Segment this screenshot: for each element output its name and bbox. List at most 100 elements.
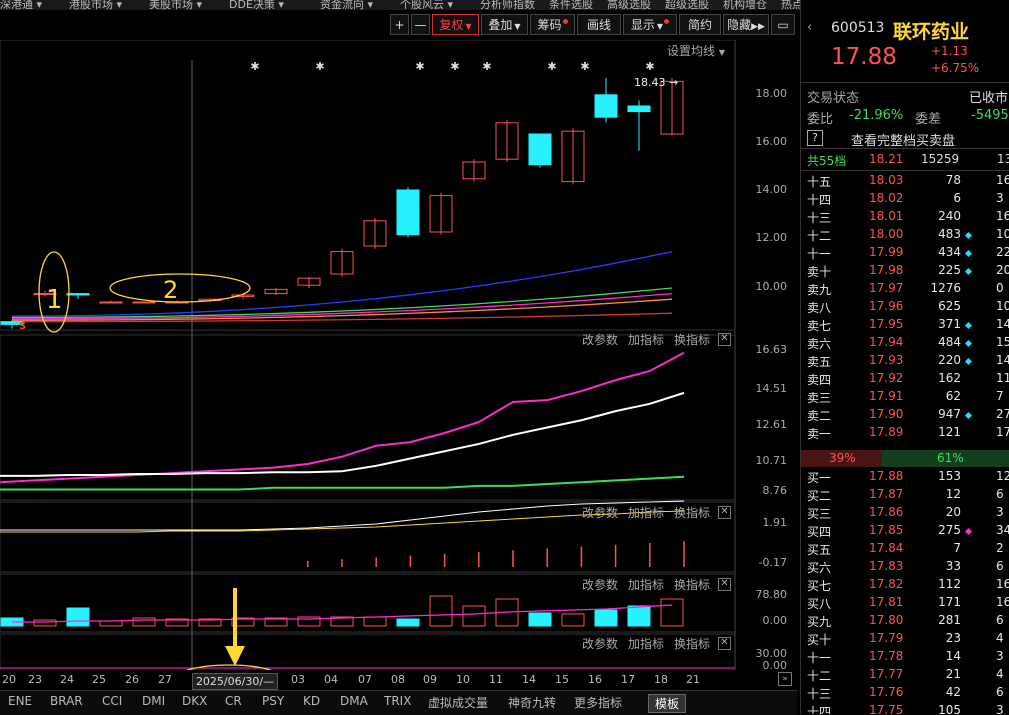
- date-tick-label: 17: [621, 673, 635, 686]
- level-volume: 483: [938, 227, 961, 241]
- tab-11[interactable]: 神奇九转: [508, 694, 556, 711]
- add-indicator-button[interactable]: 加指标: [628, 578, 664, 592]
- level-price: 17.82: [869, 577, 904, 591]
- level-label: 买三: [807, 507, 832, 521]
- tab-0[interactable]: ENE: [8, 694, 32, 708]
- fuquan-label: 复权: [439, 18, 464, 32]
- candle-body: [396, 189, 420, 236]
- fuquan-button[interactable]: 复权 ▼: [432, 14, 479, 35]
- order-marker-icon: [964, 267, 973, 276]
- add-indicator-button[interactable]: 加指标: [628, 506, 664, 520]
- tab-5[interactable]: CR: [225, 694, 242, 708]
- level-volume: 62: [945, 389, 961, 403]
- back-arrow-icon[interactable]: ‹: [807, 20, 812, 35]
- switch-indicator-button[interactable]: 换指标: [674, 637, 710, 651]
- top-nav-item[interactable]: 超级选股: [665, 0, 709, 10]
- zoom-out-button[interactable]: —: [411, 14, 430, 35]
- close-panel-icon[interactable]: ✕: [718, 578, 731, 591]
- display-label: 显示: [630, 18, 655, 32]
- level-price: 17.77: [869, 667, 904, 681]
- tab-4[interactable]: DKX: [182, 694, 207, 708]
- display-button[interactable]: 显示 ▼: [623, 14, 677, 35]
- level-extra: 16: [996, 209, 1009, 223]
- simple-button[interactable]: 简约: [679, 14, 721, 35]
- date-tick-label: 20: [2, 673, 16, 686]
- full-book-link[interactable]: 查看完整档买卖盘: [851, 130, 955, 149]
- top-nav-item[interactable]: 深港通 ▾: [0, 0, 42, 10]
- tab-12[interactable]: 更多指标: [574, 694, 622, 711]
- chips-button[interactable]: 筹码: [530, 14, 575, 35]
- zoom-in-button[interactable]: +: [390, 14, 409, 35]
- annotation-arrow-head: [225, 646, 245, 666]
- top-nav-item[interactable]: 个股风云 ▾: [400, 0, 453, 10]
- top-nav-item[interactable]: 港股市场 ▾: [69, 0, 122, 10]
- top-nav-item[interactable]: 分析师指数: [480, 0, 535, 10]
- draw-line-button[interactable]: 画线: [577, 14, 621, 35]
- top-nav-item[interactable]: 机构增仓: [723, 0, 767, 10]
- axis-tick-label: 10.00: [755, 280, 788, 293]
- tab-1[interactable]: BRAR: [50, 694, 83, 708]
- close-panel-icon[interactable]: ✕: [718, 506, 731, 519]
- level-extra: 14: [996, 353, 1009, 367]
- tab-8[interactable]: DMA: [340, 694, 368, 708]
- tab-6[interactable]: PSY: [262, 694, 284, 708]
- add-indicator-button[interactable]: 加指标: [628, 333, 664, 347]
- order-book-row: 卖一 17.89 121 17: [801, 425, 1009, 443]
- top-nav-item[interactable]: 条件选股: [549, 0, 593, 10]
- ratio-left: 39%: [829, 451, 856, 465]
- volume-bar: [660, 598, 684, 627]
- top-nav-item[interactable]: 资金流向 ▾: [320, 0, 373, 10]
- level-price: 17.81: [869, 595, 904, 609]
- level-price: 17.83: [869, 559, 904, 573]
- volume-bar: [429, 595, 453, 627]
- scroll-right-button[interactable]: »: [778, 672, 792, 686]
- level-label: 买九: [807, 615, 832, 629]
- notify-dot-icon: [562, 19, 568, 24]
- tab-3[interactable]: DMI: [142, 694, 165, 708]
- level-extra: 16: [996, 173, 1009, 187]
- level-price: 17.95: [869, 317, 904, 331]
- divider: [801, 170, 1009, 171]
- level-price: 17.90: [869, 407, 904, 421]
- switch-indicator-button[interactable]: 换指标: [674, 578, 710, 592]
- annotation-ellipse-2: [109, 273, 251, 303]
- switch-indicator-button[interactable]: 换指标: [674, 333, 710, 347]
- switch-indicator-button[interactable]: 换指标: [674, 506, 710, 520]
- tab-2[interactable]: CCI: [102, 694, 122, 708]
- add-indicator-button[interactable]: 加指标: [628, 637, 664, 651]
- total-levels-price: 18.21: [869, 152, 904, 166]
- change-params-button[interactable]: 改参数: [582, 578, 618, 592]
- volume-bar: [627, 605, 651, 627]
- top-nav-item[interactable]: 高级选股: [607, 0, 651, 10]
- volume-bar: [528, 612, 552, 627]
- change-params-button[interactable]: 改参数: [582, 637, 618, 651]
- tab-9[interactable]: TRIX: [384, 694, 411, 708]
- level-volume: 121: [938, 425, 961, 439]
- chips-label: 筹码: [537, 18, 562, 32]
- level-label: 十四: [807, 705, 832, 714]
- collapse-button[interactable]: ▭: [771, 14, 795, 35]
- tab-13[interactable]: 模板: [648, 694, 687, 713]
- order-book-row: 卖三 17.91 62 7: [801, 389, 1009, 407]
- change-params-button[interactable]: 改参数: [582, 506, 618, 520]
- candle-body: [132, 301, 156, 304]
- dropdown-icon: ▼: [656, 22, 664, 31]
- tab-10[interactable]: 虚拟成交量: [428, 694, 488, 711]
- change-params-button[interactable]: 改参数: [582, 333, 618, 347]
- top-nav-item[interactable]: 美股市场 ▾: [149, 0, 202, 10]
- top-nav-item[interactable]: 热点直击: [781, 0, 800, 10]
- tab-7[interactable]: KD: [303, 694, 320, 708]
- overlay-button[interactable]: 叠加 ▼: [481, 14, 528, 35]
- level-volume: 484: [938, 335, 961, 349]
- close-panel-icon[interactable]: ✕: [718, 333, 731, 346]
- volume-bar: [363, 616, 387, 627]
- hide-button[interactable]: 隐藏▶▶: [723, 14, 769, 35]
- close-panel-icon[interactable]: ✕: [718, 637, 731, 650]
- axis-tick-label: -0.17: [758, 556, 787, 569]
- level-volume: 33: [945, 559, 961, 573]
- top-nav-item[interactable]: DDE决策 ▾: [229, 0, 284, 10]
- help-icon[interactable]: ?: [807, 130, 823, 146]
- window-icon: ▭: [777, 18, 789, 32]
- volume-bar: [99, 620, 123, 627]
- order-book-row: 买九 17.80 281 6: [801, 613, 1009, 631]
